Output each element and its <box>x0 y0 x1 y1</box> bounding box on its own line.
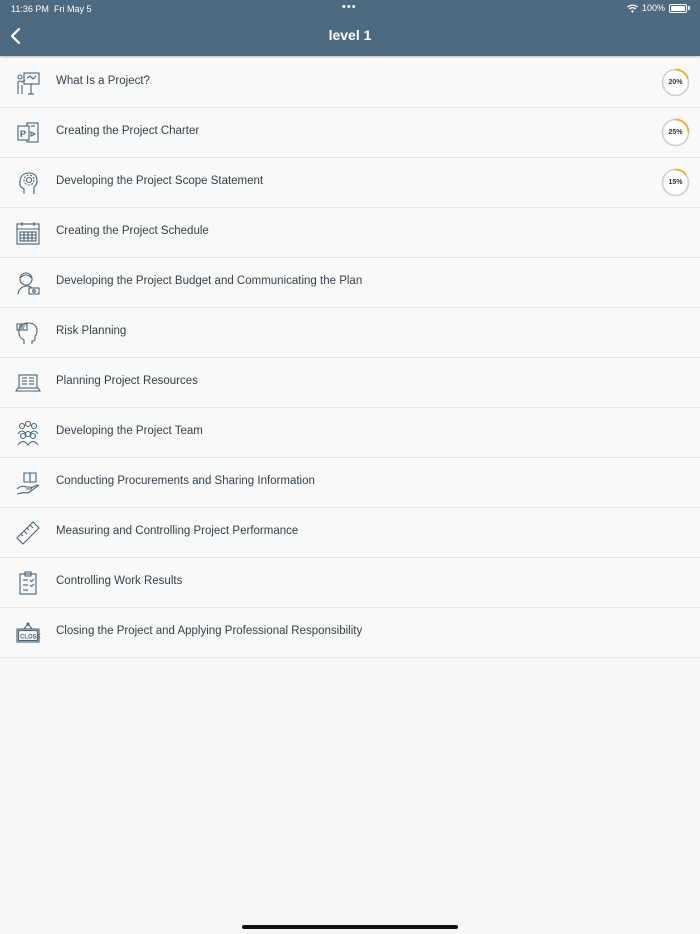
list-item[interactable]: Developing the Project Team <box>0 408 700 458</box>
progress-ring: 25% <box>661 118 690 147</box>
progress-percent: 20% <box>668 79 683 86</box>
progress-percent: 15% <box>668 179 683 186</box>
list-item-label: Creating the Project Charter <box>56 125 200 137</box>
list-item-label: Closing the Project and Applying Profess… <box>56 625 363 637</box>
progress-ring: 20% <box>661 68 690 97</box>
list-item[interactable]: Controlling Work Results <box>0 558 700 608</box>
presentation-file-icon: P <box>15 120 41 146</box>
list-item-label: Planning Project Resources <box>56 375 198 387</box>
list-item-label: Measuring and Controlling Project Perfor… <box>56 525 299 537</box>
laptop-icon <box>15 370 41 396</box>
page-title: level 1 <box>328 27 372 43</box>
list-item-label: Controlling Work Results <box>56 575 183 587</box>
lesson-list: What Is a Project? 20% P Creating the Pr… <box>0 58 700 658</box>
head-risk-icon <box>15 320 41 346</box>
multitasking-dots[interactable]: ••• <box>342 1 357 13</box>
close-sign-icon: CLOSE <box>15 620 41 646</box>
hand-book-icon <box>15 470 41 496</box>
navigation-header: 11:36 PM Fri May 5 ••• 100% level 1 <box>0 0 700 56</box>
list-item[interactable]: Developing the Project Scope Statement 1… <box>0 158 700 208</box>
list-item-label: What Is a Project? <box>56 75 150 87</box>
status-date: Fri May 5 <box>54 4 92 14</box>
list-item[interactable]: CLOSE Closing the Project and Applying Pr… <box>0 608 700 658</box>
list-item-label: Conducting Procurements and Sharing Info… <box>56 475 315 487</box>
progress-percent: 25% <box>668 129 683 136</box>
list-item-label: Developing the Project Budget and Commun… <box>56 275 363 287</box>
svg-text:P: P <box>20 129 26 139</box>
head-gear-icon <box>15 170 41 196</box>
list-item[interactable]: P Creating the Project Charter 25% <box>0 108 700 158</box>
list-item[interactable]: What Is a Project? 20% <box>0 58 700 108</box>
battery-tip <box>688 6 690 10</box>
close-sign-text: CLOSE <box>20 635 41 641</box>
status-bar: 11:36 PM Fri May 5 ••• 100% <box>0 0 700 18</box>
team-icon <box>15 420 41 446</box>
status-indicators: 100% <box>627 3 690 13</box>
wifi-icon <box>627 3 638 13</box>
list-item[interactable]: Measuring and Controlling Project Perfor… <box>0 508 700 558</box>
presentation-board-icon <box>15 70 41 96</box>
ruler-icon <box>15 520 41 546</box>
list-item-label: Developing the Project Scope Statement <box>56 175 264 187</box>
battery-percent: 100% <box>641 3 665 13</box>
list-item-label: Creating the Project Schedule <box>56 225 209 237</box>
list-item[interactable]: Creating the Project Schedule <box>0 208 700 258</box>
calendar-icon <box>15 220 41 246</box>
list-item-label: Risk Planning <box>56 325 127 337</box>
home-indicator[interactable] <box>242 925 458 929</box>
list-item-label: Developing the Project Team <box>56 425 203 437</box>
battery-icon <box>669 3 687 13</box>
progress-ring: 15% <box>661 168 690 197</box>
person-money-icon <box>15 270 41 296</box>
list-item[interactable]: Developing the Project Budget and Commun… <box>0 258 700 308</box>
list-item[interactable]: Risk Planning <box>0 308 700 358</box>
checklist-icon <box>15 570 41 596</box>
status-time: 11:36 PM <box>11 4 49 14</box>
list-item[interactable]: Planning Project Resources <box>0 358 700 408</box>
list-item[interactable]: Conducting Procurements and Sharing Info… <box>0 458 700 508</box>
